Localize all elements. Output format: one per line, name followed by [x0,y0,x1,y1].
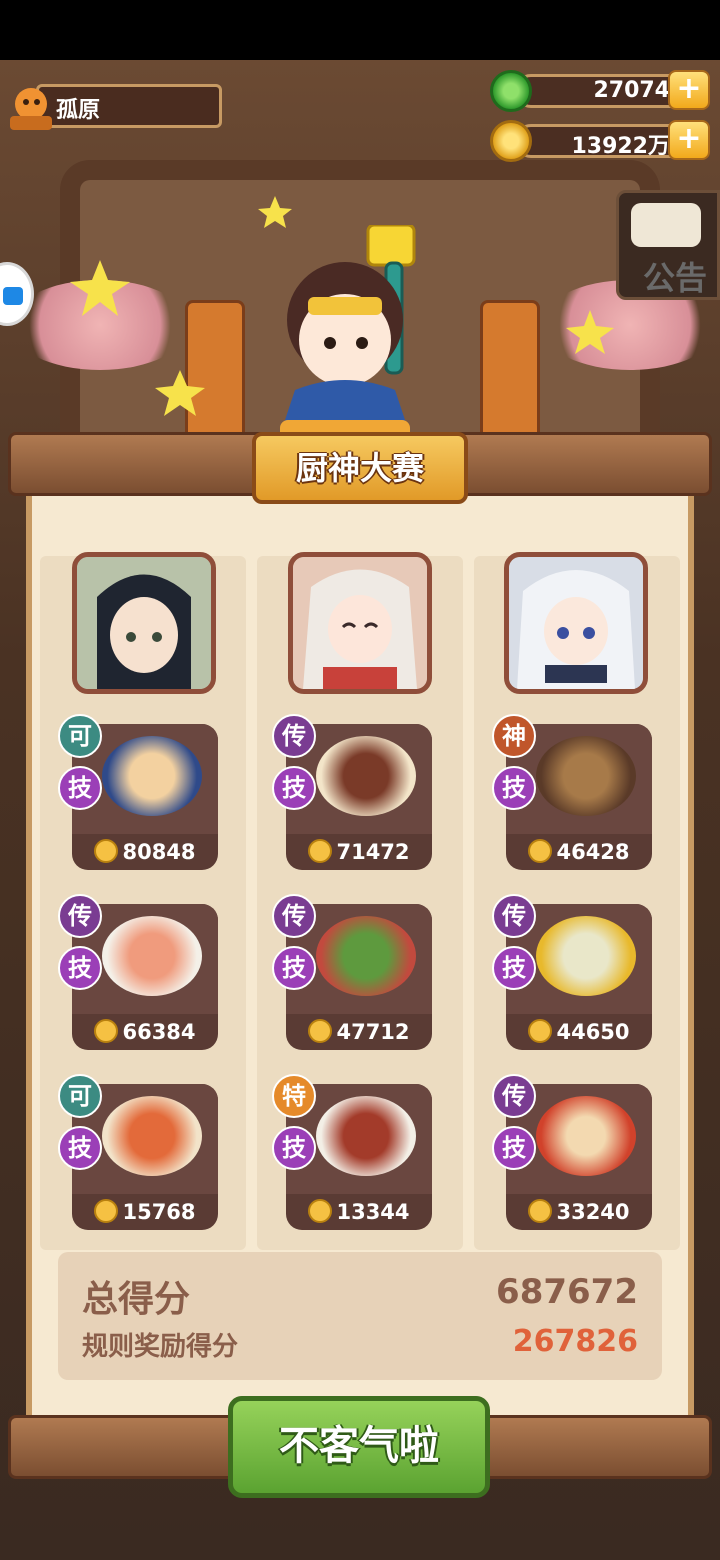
dish-score: 47712 [286,1019,432,1044]
dish-score: 80848 [72,839,218,864]
skill-badge: 技 [58,946,102,990]
chef-portrait-3[interactable] [504,552,648,694]
dish-score: 71472 [286,839,432,864]
jade-amount: 27074 [593,78,670,103]
dish-card[interactable]: 特 技 13344 [272,1074,432,1230]
dish-score: 46428 [506,839,652,864]
player-badge[interactable]: 孤原 [6,80,222,132]
chef-face-3 [509,557,643,689]
dish-card[interactable]: 传 技 47712 [272,894,432,1050]
coin-icon [490,120,532,162]
chef-portrait-2[interactable] [288,552,432,694]
chef-portrait-1[interactable] [72,552,216,694]
dish-card[interactable]: 神 技 46428 [492,714,652,870]
grade-badge: 可 [58,1074,102,1118]
dish-image [102,736,202,816]
add-coin-button[interactable]: + [668,120,710,160]
coin-amount: 13922万 [571,134,670,159]
chef-face-1 [77,557,211,689]
dish-image [316,736,416,816]
notice-board-button[interactable]: 公告 [616,190,720,300]
dish-image [102,916,202,996]
coin-icon [308,1019,333,1043]
dish-image [102,1096,202,1176]
grade-badge: 特 [272,1074,316,1118]
event-title-plate: 厨神大赛 [252,432,468,504]
dish-score: 66384 [72,1019,218,1044]
grade-badge: 传 [492,1074,536,1118]
dish-card[interactable]: 传 技 33240 [492,1074,652,1230]
coin-icon [528,1199,553,1223]
skill-badge: 技 [272,766,316,810]
dish-score: 33240 [506,1199,652,1224]
grade-badge: 传 [58,894,102,938]
coin-icon [94,839,119,863]
sparkle-effects [70,196,614,416]
coin-icon [94,1019,119,1043]
dish-card[interactable]: 传 技 71472 [272,714,432,870]
skill-badge: 技 [492,766,536,810]
coin-currency: 13922万 + [490,120,710,162]
grade-badge: 传 [272,894,316,938]
dish-score: 15768 [72,1199,218,1224]
coin-icon [308,1199,333,1223]
add-jade-button[interactable]: + [668,70,710,110]
bonus-score-value: 267826 [512,1324,638,1359]
event-title: 厨神大赛 [295,449,424,487]
speech-bubble-icon [631,203,701,247]
dish-image [536,736,636,816]
chef-face-2 [293,557,427,689]
dish-card[interactable]: 传 技 66384 [58,894,218,1050]
dish-card[interactable]: 可 技 15768 [58,1074,218,1230]
skill-badge: 技 [492,1126,536,1170]
score-summary: 总得分 687672 规则奖励得分 267826 [58,1252,662,1380]
grade-badge: 神 [492,714,536,758]
grade-badge: 传 [272,714,316,758]
confirm-button-label: 不客气啦 [279,1423,439,1469]
grade-badge: 可 [58,714,102,758]
dish-card[interactable]: 可 技 80848 [58,714,218,870]
total-score-label: 总得分 [82,1279,191,1320]
dish-score: 13344 [286,1199,432,1224]
dish-image [316,1096,416,1176]
coin-icon [94,1199,119,1223]
total-score-value: 687672 [496,1272,638,1312]
dish-card[interactable]: 传 技 44650 [492,894,652,1050]
dish-image [316,916,416,996]
dish-image [536,916,636,996]
coin-icon [528,1019,553,1043]
player-avatar-icon [10,88,52,130]
notice-label: 公告 [643,259,708,297]
jade-icon [490,70,532,112]
skill-badge: 技 [272,946,316,990]
skill-badge: 技 [58,766,102,810]
jade-currency: 27074 + [490,70,710,112]
dish-image [536,1096,636,1176]
skill-badge: 技 [58,1126,102,1170]
chat-icon [3,287,23,305]
skill-badge: 技 [492,946,536,990]
player-name: 孤原 [56,98,101,123]
confirm-button[interactable]: 不客气啦 [228,1396,490,1498]
bonus-score-label: 规则奖励得分 [82,1332,239,1362]
coin-icon [308,839,333,863]
skill-badge: 技 [272,1126,316,1170]
dish-score: 44650 [506,1019,652,1044]
coin-icon [528,839,553,863]
status-bar [0,0,720,60]
grade-badge: 传 [492,894,536,938]
